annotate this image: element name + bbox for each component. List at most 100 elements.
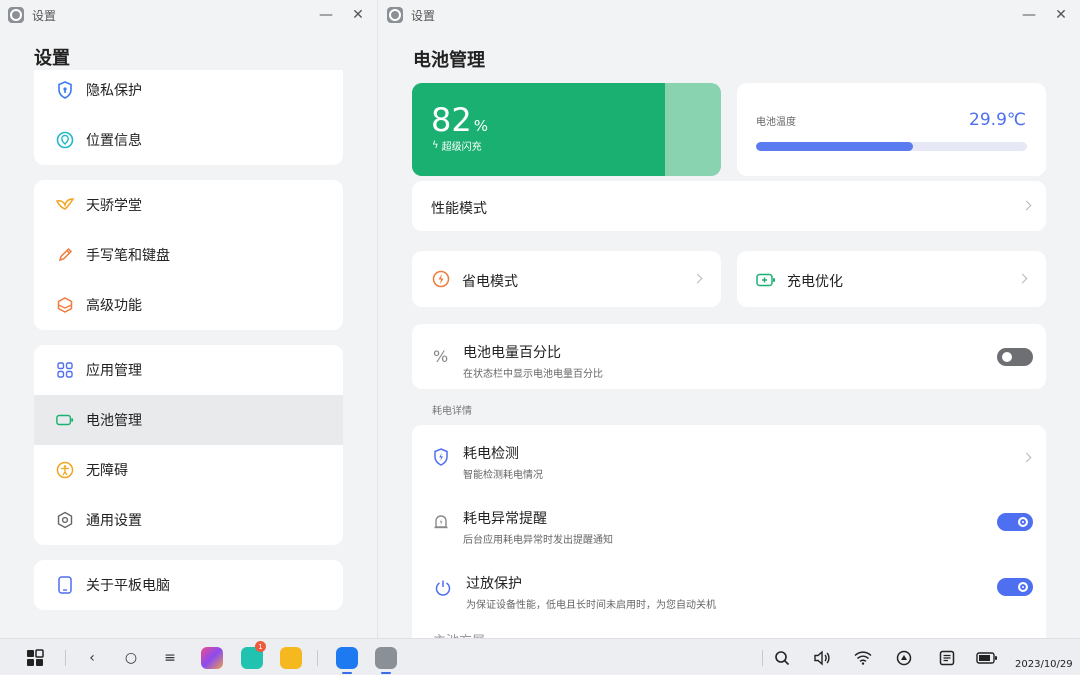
minimize-button[interactable]: — [317,6,335,24]
temperature-label: 电池温度 [756,117,796,128]
power-button-icon [434,579,452,601]
chevron-right-icon [1017,273,1028,284]
left-window-title: 设置 [32,8,57,23]
shield-power-icon [433,448,449,470]
section-label: 耗电详情 [432,406,472,417]
charging-mode-label: 超级闪充 [441,142,482,153]
pen-icon [56,246,74,264]
abnormal-alert-subtitle: 后台应用耗电异常时发出提醒通知 [463,535,613,546]
sidebar-item-label: 应用管理 [86,363,142,379]
temperature-value: 29.9℃ [969,110,1026,130]
sidebar-item-label: 电池管理 [86,413,142,429]
settings-app-icon [387,7,403,23]
power-save-label: 省电模式 [462,274,518,290]
battery-icon [56,411,74,429]
temperature-bar [756,142,1027,151]
cube-icon [56,296,74,314]
over-discharge-subtitle: 为保证设备性能，低电且长时间未启用时，为您自动关机 [466,600,716,611]
sidebar-item-label: 位置信息 [86,133,142,149]
abnormal-alert-toggle[interactable] [997,513,1033,531]
power-save-icon [432,270,450,292]
left-titlebar: 设置 — ✕ [0,0,377,30]
battery-temperature-card: 电池温度 29.9℃ [737,83,1046,176]
settings-group-1: 隐私保护 位置信息 [34,70,343,165]
gallery-app-icon[interactable] [201,647,223,669]
sidebar-item-label: 高级功能 [86,298,142,314]
chevron-right-icon [1021,200,1032,211]
circle-up-icon[interactable] [893,647,915,669]
sidebar-item-about[interactable]: 关于平板电脑 [34,560,343,610]
cut-off-row-label: 主池方展 [433,630,485,638]
taskbar-divider [65,650,66,666]
wifi-icon[interactable] [852,647,874,669]
sidebar-item-general[interactable]: 通用设置 [34,495,343,545]
sidebar-item-location[interactable]: 位置信息 [34,115,343,165]
notes-icon[interactable] [936,647,958,669]
sidebar-item-label: 隐私保护 [86,83,142,99]
bird-icon [56,196,74,214]
sidebar-item-privacy[interactable]: 隐私保护 [34,65,343,115]
power-detail-card: 耗电检测 智能检测耗电情况 耗电异常提醒 后台应用耗电异常时发出提醒通知 过放保… [412,425,1046,638]
battery-level-card: 82 % ϟ 超级闪充 [412,83,721,176]
taskbar-date: 2023/10/29 [1015,659,1073,670]
sidebar-item-advanced[interactable]: 高级功能 [34,280,343,330]
right-page-title: 电池管理 [413,50,485,71]
performance-mode-label: 性能模式 [431,201,487,217]
abnormal-alert-title: 耗电异常提醒 [463,511,547,527]
running-indicator [342,672,352,674]
gear-icon [56,511,74,529]
tablet-icon [56,576,74,594]
sidebar-item-tianjiao[interactable]: 天骄学堂 [34,180,343,230]
minimize-button[interactable]: — [1020,6,1038,24]
over-discharge-row: 过放保护 为保证设备性能，低电且长时间未启用时，为您自动关机 [412,555,1046,619]
battery-percentage-subtitle: 在状态栏中显示电池电量百分比 [463,369,603,380]
settings-group-4: 关于平板电脑 [34,560,343,610]
percent-icon: % [433,347,449,366]
battery-charge-icon [756,272,776,291]
settings-app-icon[interactable] [375,647,397,669]
location-icon [56,131,74,149]
power-detect-row[interactable]: 耗电检测 智能检测耗电情况 [412,425,1046,489]
settings-group-3: 应用管理 电池管理 无障碍 通用设置 [34,345,343,545]
sidebar-item-label: 无障碍 [86,463,128,479]
battery-percentage-row: % 电池电量百分比 在状态栏中显示电池电量百分比 [412,324,1046,389]
chevron-right-icon [1021,452,1032,463]
sidebar-item-battery[interactable]: 电池管理 [34,395,343,445]
settings-group-2: 天骄学堂 手写笔和键盘 高级功能 [34,180,343,330]
over-discharge-title: 过放保护 [466,576,522,592]
taskbar: ‹ ○ ≡ 1 2023/10/29 [0,638,1080,675]
power-detect-title: 耗电检测 [463,446,519,462]
settings-app-icon [8,7,24,23]
home-icon[interactable]: ○ [120,647,142,669]
power-detect-subtitle: 智能检测耗电情况 [463,470,543,481]
back-icon[interactable]: ‹ [81,647,103,669]
charge-optimize-label: 充电优化 [787,274,843,290]
temperature-bar-fill [756,142,914,151]
menu-icon[interactable]: ≡ [159,647,181,669]
battery-status-icon [976,647,998,669]
sidebar-item-accessibility[interactable]: 无障碍 [34,445,343,495]
sidebar-item-stylus-keyboard[interactable]: 手写笔和键盘 [34,230,343,280]
grid-icon[interactable] [24,647,46,669]
volume-icon[interactable] [811,647,833,669]
notification-badge: 1 [255,641,266,652]
search-icon[interactable] [771,647,793,669]
over-discharge-toggle[interactable] [997,578,1033,596]
accessibility-icon [56,461,74,479]
performance-mode-row[interactable]: 性能模式 [412,181,1046,231]
running-indicator [381,672,391,674]
sidebar-item-label: 天骄学堂 [86,198,142,214]
right-window-title: 设置 [411,8,436,23]
battery-percentage-title: 电池电量百分比 [463,345,561,361]
charge-optimize-row[interactable]: 充电优化 [737,251,1046,307]
close-button[interactable]: ✕ [1052,6,1070,24]
photos-app-icon[interactable] [336,647,358,669]
sidebar-item-label: 通用设置 [86,513,142,529]
taskbar-divider [762,650,763,666]
sidebar-item-app-management[interactable]: 应用管理 [34,345,343,395]
close-button[interactable]: ✕ [349,6,367,24]
power-save-mode-row[interactable]: 省电模式 [412,251,721,307]
battery-percentage-toggle[interactable] [997,348,1033,366]
abnormal-alert-row: 耗电异常提醒 后台应用耗电异常时发出提醒通知 [412,490,1046,554]
files-app-icon[interactable] [280,647,302,669]
